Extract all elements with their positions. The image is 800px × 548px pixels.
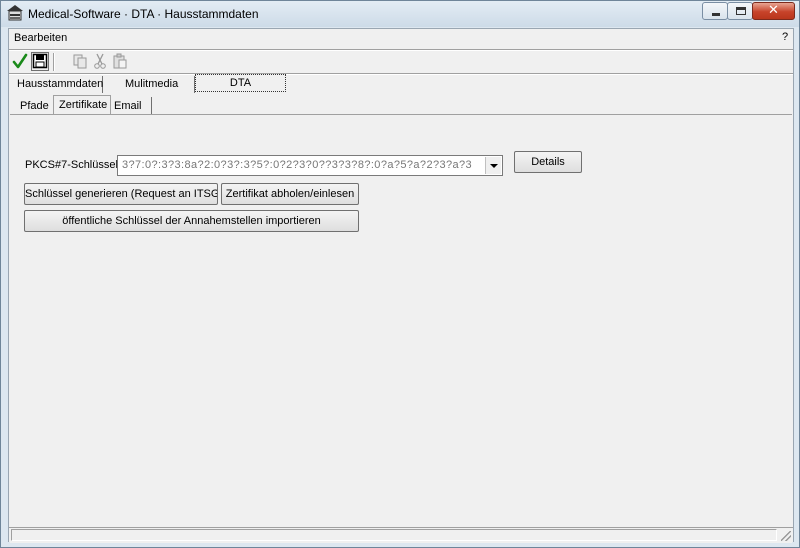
menu-bar: Bearbeiten ? — [9, 29, 793, 49]
toolbar — [9, 51, 793, 73]
paste-icon — [113, 53, 127, 69]
confirm-button[interactable] — [11, 52, 29, 71]
tab-dta[interactable]: DTA — [195, 74, 286, 92]
generate-key-button[interactable]: Schlüssel generieren (Request an ITSG) — [24, 183, 218, 205]
toolbar-separator — [53, 53, 55, 71]
subtab-label: Email — [114, 100, 142, 112]
import-public-keys-button[interactable]: öffentliche Schlüssel der Annahemstellen… — [24, 210, 359, 232]
minimize-button[interactable] — [702, 2, 728, 20]
save-button[interactable] — [31, 52, 49, 71]
app-logo-icon — [7, 5, 23, 21]
chevron-down-icon[interactable] — [485, 157, 501, 174]
title-bar[interactable]: Medical-Software · DTA · Hausstammdaten … — [1, 1, 799, 27]
save-icon — [32, 53, 48, 69]
details-button[interactable]: Details — [514, 151, 582, 173]
tab-label: DTA — [229, 77, 252, 89]
pkcs-key-value: 3?7:0?:3?3:8a?2:0?3?:3?5?:0?2?3?0??3?3?8… — [122, 159, 472, 171]
fetch-certificate-button[interactable]: Zertifikat abholen/einlesen — [221, 183, 359, 205]
pkcs-key-select[interactable]: 3?7:0?:3?3:8a?2:0?3?:3?5?:0?2?3?0??3?3?8… — [117, 155, 503, 176]
paste-button[interactable] — [111, 52, 129, 71]
client-area: Bearbeiten ? Hausstammdaten Mulitmedia D… — [8, 28, 794, 543]
close-button[interactable]: ✕ — [752, 2, 795, 20]
subtab-label: Zertifikate — [59, 99, 108, 111]
window-title: Medical-Software · DTA · Hausstammdaten — [28, 7, 259, 21]
subtab-pfade[interactable]: Pfade — [20, 97, 56, 114]
checkmark-icon — [12, 53, 28, 69]
subtab-email[interactable]: Email — [112, 97, 152, 114]
tab-hausstammdaten[interactable]: Hausstammdaten — [17, 76, 103, 93]
menu-bearbeiten[interactable]: Bearbeiten — [14, 32, 67, 44]
maximize-button[interactable] — [727, 2, 753, 20]
toolbar-divider — [9, 73, 793, 75]
close-icon: ✕ — [768, 2, 779, 17]
tab-label: Hausstammdaten — [17, 78, 104, 90]
app-window: Medical-Software · DTA · Hausstammdaten … — [0, 0, 800, 548]
maximize-icon — [736, 7, 746, 15]
subtab-label: Pfade — [20, 100, 49, 112]
tab-mulitmedia[interactable]: Mulitmedia — [125, 76, 195, 93]
menu-help[interactable]: ? — [782, 31, 788, 43]
subtab-zertifikate[interactable]: Zertifikate — [53, 95, 111, 114]
certificates-panel: PKCS#7-Schlüssel 3?7:0?:3?3:8a?2:0?3?:3?… — [10, 114, 792, 543]
cut-icon — [94, 53, 106, 69]
status-bar — [9, 527, 793, 542]
tab-label: Mulitmedia — [125, 78, 179, 90]
resize-grip-icon[interactable] — [781, 531, 791, 541]
status-field — [11, 529, 777, 541]
pkcs-label: PKCS#7-Schlüssel — [25, 159, 118, 171]
minimize-icon — [712, 13, 720, 16]
cut-button[interactable] — [91, 52, 109, 71]
copy-icon — [73, 54, 87, 69]
copy-button[interactable] — [71, 52, 89, 71]
sub-tab-strip: Pfade Zertifikate Email — [15, 95, 215, 115]
